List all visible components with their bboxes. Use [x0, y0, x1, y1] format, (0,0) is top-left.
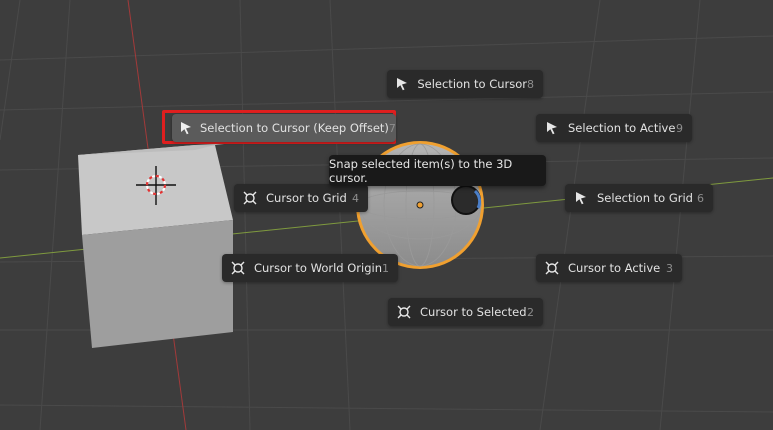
pie-item-cursor-to-active[interactable]: Cursor to Active 3: [536, 254, 682, 282]
3d-cursor-icon: [230, 260, 246, 276]
tooltip: Snap selected item(s) to the 3D cursor.: [329, 155, 546, 186]
pie-item-cursor-to-selected[interactable]: Cursor to Selected 2: [388, 298, 543, 326]
pie-item-hotkey: 7: [388, 121, 396, 135]
pie-item-selection-to-cursor-keep-offset[interactable]: Selection to Cursor (Keep Offset) 7: [172, 114, 396, 142]
pie-item-hotkey: 3: [666, 261, 673, 275]
pie-item-label: Cursor to World Origin: [253, 261, 382, 275]
pie-item-selection-to-active[interactable]: Selection to Active 9: [536, 114, 692, 142]
pie-item-hotkey: 9: [676, 121, 683, 135]
pie-item-label: Selection to Active: [568, 121, 676, 135]
pie-item-hotkey: 1: [382, 261, 389, 275]
pie-item-selection-to-cursor[interactable]: Selection to Cursor 8: [387, 70, 543, 98]
3d-cursor-icon: [396, 304, 412, 320]
cursor-arrow-icon: [395, 76, 409, 92]
cursor-arrow-icon: [180, 120, 192, 136]
3d-viewport[interactable]: [0, 0, 773, 430]
3d-cursor-icon: [544, 260, 560, 276]
cursor-arrow-icon: [544, 120, 560, 136]
pie-item-hotkey: 4: [352, 191, 359, 205]
pie-item-selection-to-grid[interactable]: Selection to Grid 6: [565, 184, 713, 212]
cursor-arrow-icon: [573, 190, 589, 206]
pie-item-label: Cursor to Selected: [420, 305, 527, 319]
pie-item-label: Selection to Grid: [597, 191, 693, 205]
pie-item-hotkey: 2: [527, 305, 534, 319]
pie-item-hotkey: 8: [527, 77, 534, 91]
pie-item-label: Cursor to Grid: [266, 191, 347, 205]
pie-item-hotkey: 6: [697, 191, 704, 205]
pie-item-cursor-to-grid[interactable]: Cursor to Grid 4: [234, 184, 368, 212]
pie-item-label: Cursor to Active: [568, 261, 661, 275]
pie-item-cursor-to-world-origin[interactable]: Cursor to World Origin 1: [222, 254, 398, 282]
pie-item-label: Selection to Cursor: [417, 77, 527, 91]
3d-cursor-icon: [242, 190, 258, 206]
tooltip-text: Snap selected item(s) to the 3D cursor.: [329, 156, 513, 185]
pie-item-label: Selection to Cursor (Keep Offset): [200, 121, 389, 135]
